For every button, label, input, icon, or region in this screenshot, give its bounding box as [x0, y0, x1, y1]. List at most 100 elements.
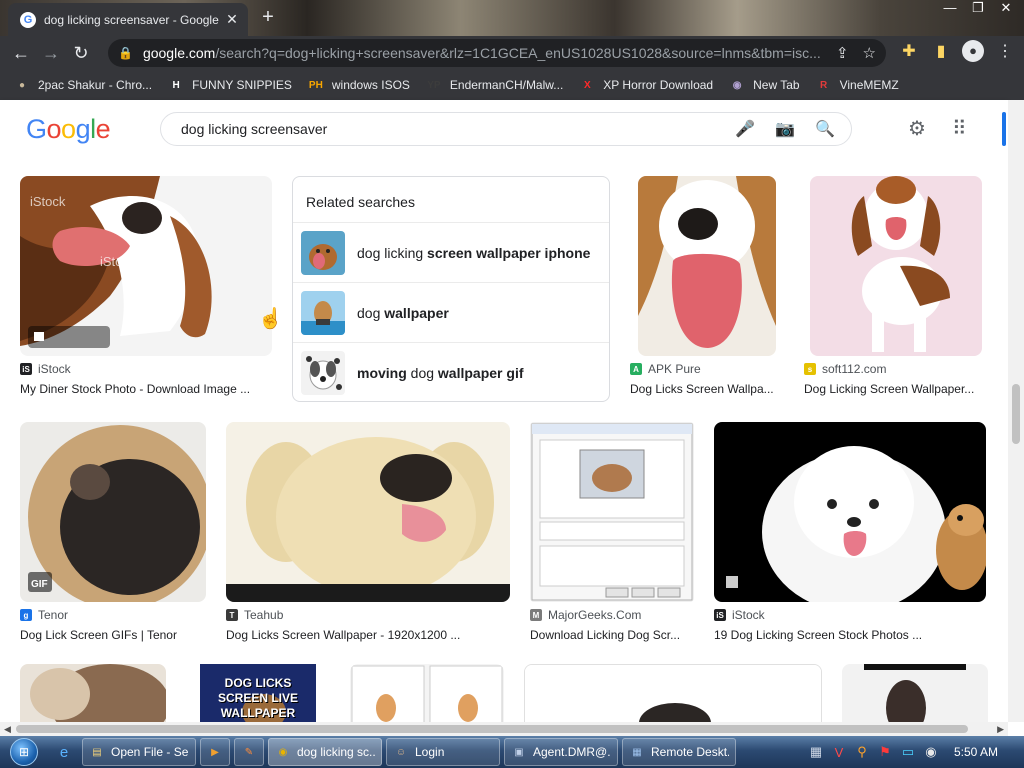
minimize-icon[interactable]: —	[936, 0, 964, 18]
search-icon[interactable]: 🔍	[815, 119, 835, 139]
result-card-tenor[interactable]: GIF g Tenor Dog Lick Screen GIFs | Tenor	[20, 422, 208, 658]
horizontal-scrollbar[interactable]: ◀ ▶	[0, 722, 1008, 736]
profile-avatar-icon[interactable]: ●	[962, 40, 984, 62]
result-image[interactable]: iStock iStock	[20, 176, 272, 356]
browser-tab[interactable]: G dog licking screensaver - Google ✕	[8, 3, 248, 36]
result-card-row3-1[interactable]	[20, 664, 166, 722]
result-image[interactable]	[20, 664, 166, 722]
vertical-scrollbar[interactable]	[1008, 100, 1024, 722]
tray-grid-icon[interactable]: ▦	[806, 744, 826, 760]
back-icon[interactable]: ←	[6, 38, 36, 68]
result-caption[interactable]: Download Licking Dog Scr...	[530, 628, 696, 642]
google-logo[interactable]: Google	[26, 114, 111, 145]
gif-badge: GIF	[31, 579, 48, 590]
tray-flag-icon[interactable]: ⚑	[875, 744, 895, 760]
result-source[interactable]: T Teahub	[226, 608, 283, 622]
result-card-majorgeeks[interactable]: M MajorGeeks.Com Download Licking Dog Sc…	[530, 422, 696, 658]
bookmark-item[interactable]: R VineMEMZ	[816, 77, 899, 93]
scroll-right-icon[interactable]: ▶	[997, 722, 1004, 736]
taskbar-button[interactable]: ☺ Login	[386, 738, 500, 766]
scroll-left-icon[interactable]: ◀	[4, 722, 11, 736]
settings-gear-icon[interactable]: ⚙	[908, 116, 926, 141]
search-box[interactable]: dog licking screensaver 🎤 📷 🔍	[160, 112, 852, 146]
bookmark-item[interactable]: ● 2pac Shakur - Chro...	[14, 77, 152, 93]
result-image[interactable]	[524, 664, 822, 722]
bookmark-item[interactable]: ◉ New Tab	[729, 77, 800, 93]
tray-magnifier-icon[interactable]: ⚲	[852, 744, 872, 760]
related-search-item[interactable]: dog wallpaper	[293, 283, 609, 343]
system-clock[interactable]: 5:50 AM	[954, 745, 998, 759]
taskbar-button[interactable]: ▶	[200, 738, 230, 766]
related-search-item[interactable]: moving dog wallpaper gif	[293, 343, 609, 403]
result-image[interactable]	[350, 664, 504, 722]
start-button[interactable]: ⊞	[0, 736, 48, 768]
result-image[interactable]: DOG LICKS SCREEN LIVE WALLPAPER	[200, 664, 316, 722]
result-image[interactable]	[530, 422, 694, 602]
taskbar-button[interactable]: ◉ dog licking sc...	[268, 738, 382, 766]
tray-v-icon[interactable]: V	[829, 745, 849, 760]
taskbar-button[interactable]: ▦ Remote Deskt...	[622, 738, 736, 766]
search-input[interactable]: dog licking screensaver	[181, 121, 715, 137]
new-tab-button[interactable]: +	[256, 6, 280, 29]
result-card-apkpure[interactable]: A APK Pure Dog Licks Screen Wallpa...	[630, 176, 780, 412]
bookmark-item[interactable]: X XP Horror Download	[579, 77, 713, 93]
microphone-icon[interactable]: 🎤	[735, 119, 755, 139]
logo-letter: G	[26, 114, 47, 144]
lock-icon[interactable]: 🔒	[118, 46, 133, 60]
side-panel-icon[interactable]: ▮	[930, 41, 952, 61]
result-source[interactable]: s soft112.com	[804, 362, 886, 376]
result-image[interactable]	[810, 176, 982, 356]
camera-lens-icon[interactable]: 📷	[775, 119, 795, 139]
result-caption[interactable]: Dog Licks Screen Wallpaper - 1920x1200 .…	[226, 628, 512, 642]
result-card-row3-4[interactable]	[524, 664, 822, 722]
share-icon[interactable]: ⇪	[836, 44, 849, 62]
scroll-thumb[interactable]	[1012, 384, 1020, 444]
result-card-row3-3[interactable]	[350, 664, 504, 722]
result-card-row3-5[interactable]	[842, 664, 988, 722]
tray-monitor-icon[interactable]: ▭	[898, 744, 918, 760]
extensions-icon[interactable]: ✚	[898, 41, 920, 61]
remote-desktop-icon: ▦	[632, 746, 642, 758]
result-image[interactable]: GIF	[20, 422, 206, 602]
address-bar[interactable]: 🔒 google.com/search?q=dog+licking+screen…	[108, 39, 886, 67]
result-image[interactable]	[638, 176, 776, 356]
close-window-icon[interactable]: ✕	[992, 0, 1020, 18]
bookmark-star-icon[interactable]: ☆	[863, 44, 876, 62]
result-caption[interactable]: 19 Dog Licking Screen Stock Photos ...	[714, 628, 988, 642]
taskbar-button[interactable]: ✎	[234, 738, 264, 766]
related-search-item[interactable]: dog licking screen wallpaper iphone	[293, 223, 609, 283]
result-card-teahub[interactable]: T Teahub Dog Licks Screen Wallpaper - 19…	[226, 422, 512, 658]
bookmark-item[interactable]: YP EndermanCH/Malw...	[426, 77, 563, 93]
result-card-soft112[interactable]: s soft112.com Dog Licking Screen Wallpap…	[804, 176, 984, 412]
result-source[interactable]: A APK Pure	[630, 362, 701, 376]
result-caption[interactable]: Dog Licking Screen Wallpaper...	[804, 382, 984, 396]
result-source[interactable]: iS iStock	[714, 608, 765, 622]
scroll-thumb[interactable]	[16, 725, 968, 733]
restore-icon[interactable]: ❐	[964, 0, 992, 18]
apps-grid-icon[interactable]: ⠿	[952, 116, 967, 141]
result-card-row3-2[interactable]: DOG LICKS SCREEN LIVE WALLPAPER	[200, 664, 316, 722]
tab-close-icon[interactable]: ✕	[224, 11, 240, 28]
reload-icon[interactable]: ↻	[66, 38, 96, 68]
result-image[interactable]	[842, 664, 988, 722]
result-card-istock-2[interactable]: iS iStock 19 Dog Licking Screen Stock Ph…	[714, 422, 988, 658]
result-source[interactable]: g Tenor	[20, 608, 68, 622]
tray-speaker-icon[interactable]: ◉	[921, 744, 941, 760]
result-caption[interactable]: My Diner Stock Photo - Download Image ..…	[20, 382, 272, 396]
taskbar-button-label: Login	[415, 745, 445, 759]
sign-in-button-edge[interactable]	[1002, 112, 1006, 146]
taskbar-button[interactable]: ▤ Open File - Se...	[82, 738, 196, 766]
internet-explorer-icon[interactable]: e	[50, 738, 78, 766]
result-image[interactable]	[226, 422, 510, 602]
bookmark-item[interactable]: PH windows ISOS	[308, 77, 410, 93]
result-source[interactable]: M MajorGeeks.Com	[530, 608, 641, 622]
taskbar-button[interactable]: ▣ Agent.DMR@...	[504, 738, 618, 766]
result-card-istock-1[interactable]: iStock iStock iS iStock My Diner Stock P…	[20, 176, 283, 412]
result-caption[interactable]: Dog Lick Screen GIFs | Tenor	[20, 628, 208, 642]
chrome-menu-icon[interactable]: ⋮	[994, 41, 1016, 61]
result-caption[interactable]: Dog Licks Screen Wallpa...	[630, 382, 780, 396]
result-image[interactable]	[714, 422, 986, 602]
result-source[interactable]: iS iStock	[20, 362, 71, 376]
bookmark-item[interactable]: H FUNNY SNIPPIES	[168, 77, 291, 93]
forward-icon[interactable]: →	[36, 38, 66, 68]
